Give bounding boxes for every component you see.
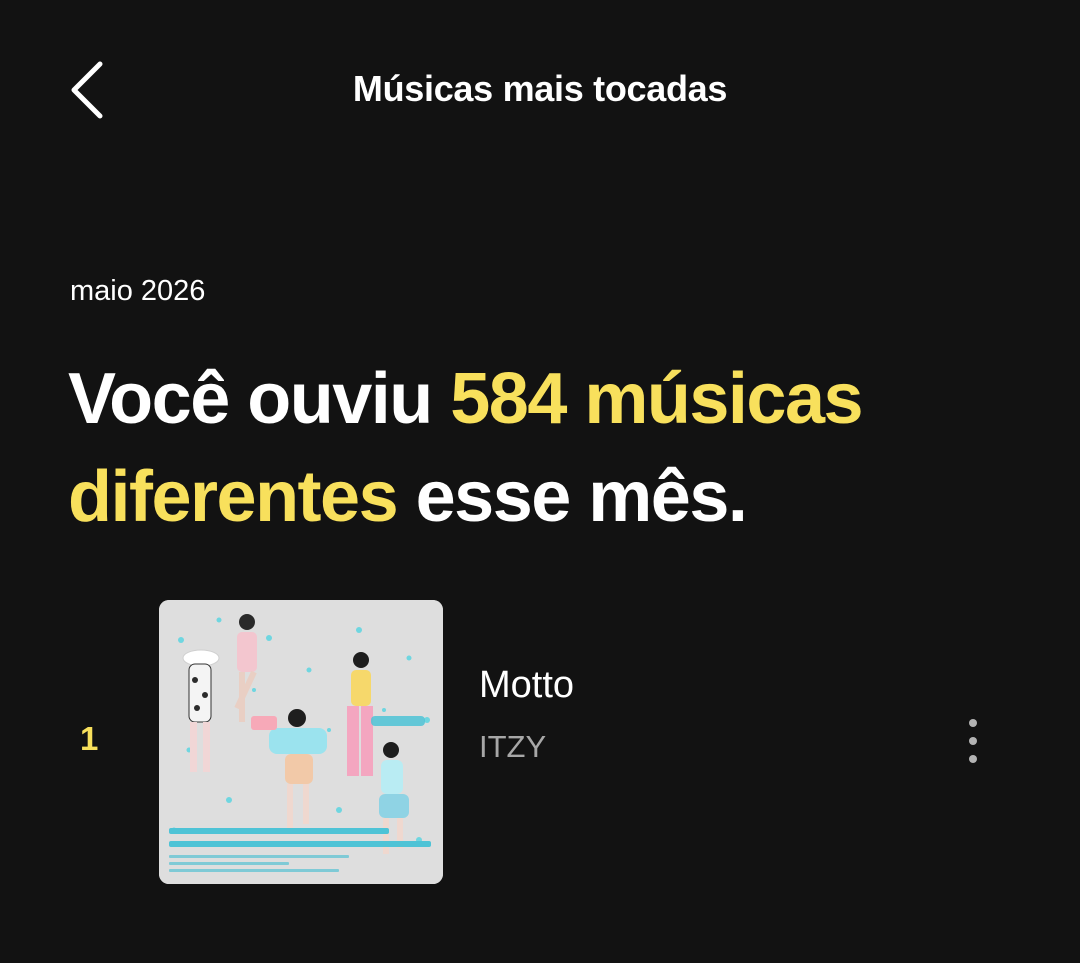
track-title: Motto	[479, 664, 575, 706]
track-row[interactable]: 1 Motto ITZY	[0, 598, 1080, 888]
more-vertical-icon-dot	[969, 755, 977, 763]
album-cover	[159, 600, 443, 884]
track-rank: 1	[80, 720, 99, 757]
top-bar: Músicas mais tocadas	[0, 0, 1080, 180]
page-title: Músicas mais tocadas	[352, 68, 728, 109]
track-artist: ITZY	[479, 729, 547, 764]
headline-text: esse mês.	[397, 457, 748, 537]
period-label: maio 2026	[70, 275, 206, 307]
album-art-image	[159, 600, 443, 884]
headline-highlight: diferentes	[68, 457, 399, 537]
summary-headline: Você ouviu 584 músicas diferentes esse mê…	[68, 350, 1028, 546]
more-vertical-icon-dot	[969, 737, 977, 745]
headline-highlight: 584 músicas	[450, 359, 863, 439]
more-vertical-icon	[969, 719, 977, 727]
more-options-button[interactable]	[950, 706, 996, 776]
headline-text: Você ouviu	[68, 359, 451, 439]
